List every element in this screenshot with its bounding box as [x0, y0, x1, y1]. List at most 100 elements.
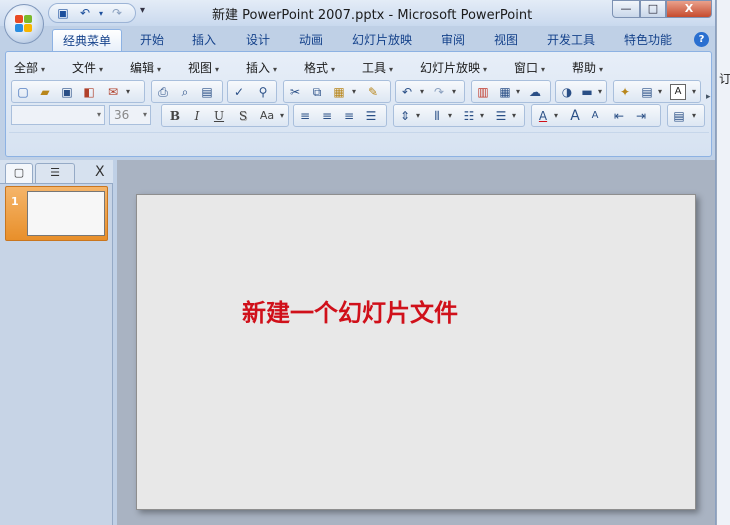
chevron-down-icon[interactable]: ▾	[656, 83, 664, 101]
menu-edit[interactable]: 编辑 ▾	[130, 59, 161, 76]
tab-animation[interactable]: 动画	[289, 29, 333, 51]
numbering-icon[interactable]: ☷	[460, 107, 478, 125]
slide-layout-icon[interactable]: ▤	[638, 83, 656, 101]
close-button[interactable]: X	[666, 0, 712, 18]
chevron-down-icon[interactable]: ▾	[414, 107, 422, 125]
new-slide-icon[interactable]: ✦	[616, 83, 634, 101]
chevron-down-icon[interactable]: ▾	[278, 107, 286, 125]
chevron-down-icon[interactable]: ▾	[446, 107, 454, 125]
redo-icon[interactable]: ↷	[109, 6, 125, 21]
email-icon[interactable]: ✉	[104, 83, 122, 101]
menu-help[interactable]: 帮助 ▾	[572, 59, 603, 76]
chevron-down-icon[interactable]: ▾	[478, 107, 486, 125]
table-icon[interactable]: ▦	[496, 83, 514, 101]
close-icon[interactable]: X	[95, 164, 105, 180]
ribbon-scroll-right-icon[interactable]: ▸	[706, 92, 711, 102]
save-icon[interactable]: ▣	[58, 83, 76, 101]
bold-button[interactable]: B	[166, 107, 184, 125]
grow-font-icon[interactable]: A	[566, 107, 584, 125]
chevron-down-icon[interactable]: ▾	[514, 83, 522, 101]
menu-all[interactable]: 全部 ▾	[14, 59, 45, 76]
redo-icon[interactable]: ↷	[430, 83, 448, 101]
help-icon[interactable]: ?	[694, 32, 709, 47]
tab-developer[interactable]: 开发工具	[540, 29, 602, 51]
shadow-button[interactable]: S	[234, 107, 252, 125]
font-name-combo[interactable]: ▾	[11, 105, 105, 125]
font-color-icon[interactable]: A	[534, 107, 552, 125]
text-direction-icon[interactable]: ⦀	[428, 107, 446, 125]
permission-icon[interactable]: ◧	[80, 83, 98, 101]
change-case-button[interactable]: Aa	[256, 107, 278, 125]
office-button[interactable]	[4, 4, 44, 44]
tab-features[interactable]: 特色功能	[616, 29, 680, 51]
chevron-down-icon[interactable]: ▾	[596, 83, 604, 101]
underline-button[interactable]: U	[210, 107, 228, 125]
tab-slides[interactable]: ▢	[5, 163, 33, 183]
line-color-icon[interactable]: ▬	[578, 83, 596, 101]
menu-view[interactable]: 视图 ▾	[188, 59, 219, 76]
chevron-down-icon[interactable]: ▾	[418, 83, 426, 101]
print-icon[interactable]: ⎙	[154, 83, 172, 101]
spelling-icon[interactable]: ✓	[230, 83, 248, 101]
chevron-down-icon[interactable]: ▾	[350, 83, 358, 101]
chevron-down-icon[interactable]: ▾	[124, 83, 132, 101]
tab-home[interactable]: 开始	[130, 29, 174, 51]
paste-icon[interactable]: ▦	[330, 83, 348, 101]
font-size-combo[interactable]: 36 ▾	[109, 105, 151, 125]
research-icon[interactable]: ▤	[198, 83, 216, 101]
increase-indent-icon[interactable]: ⇥	[632, 107, 650, 125]
minimize-button[interactable]: —	[612, 0, 640, 18]
tab-classic-menu[interactable]: 经典菜单	[52, 29, 122, 51]
thesaurus-icon[interactable]: ⚲	[254, 83, 272, 101]
open-folder-icon[interactable]: ▰	[36, 83, 54, 101]
color-grayscale-icon[interactable]: ◑	[558, 83, 576, 101]
chevron-down-icon[interactable]: ▾	[690, 83, 698, 101]
text-box-icon[interactable]: A	[670, 84, 686, 100]
menu-file[interactable]: 文件 ▾	[72, 59, 103, 76]
slide-text[interactable]: 新建一个幻灯片文件	[242, 293, 458, 328]
italic-button[interactable]: I	[188, 107, 206, 125]
menu-format[interactable]: 格式 ▾	[304, 59, 335, 76]
tab-slideshow[interactable]: 幻灯片放映	[346, 29, 418, 51]
format-painter-icon[interactable]: ✎	[364, 83, 382, 101]
undo-dropdown-icon[interactable]: ▾	[93, 6, 109, 21]
menu-tools[interactable]: 工具 ▾	[362, 59, 393, 76]
tab-review[interactable]: 审阅	[431, 29, 475, 51]
align-right-icon[interactable]: ≡	[340, 107, 358, 125]
slide-thumbnail[interactable]	[27, 191, 105, 236]
undo-icon[interactable]: ↶	[398, 83, 416, 101]
menu-window[interactable]: 窗口 ▾	[514, 59, 545, 76]
print-preview-icon[interactable]: ⌕	[176, 83, 194, 101]
new-document-icon[interactable]: ▢	[14, 83, 32, 101]
undo-icon[interactable]: ↶	[77, 6, 93, 21]
chart-icon[interactable]: ▥	[474, 83, 492, 101]
line-spacing-icon[interactable]: ⇕	[396, 107, 414, 125]
clipart-icon[interactable]: ☁	[526, 83, 544, 101]
bullets-icon[interactable]: ☰	[492, 107, 510, 125]
shrink-font-icon[interactable]: A	[586, 107, 604, 125]
tab-outline[interactable]: ☰	[35, 163, 75, 183]
tab-insert[interactable]: 插入	[182, 29, 226, 51]
chevron-down-icon[interactable]: ▾	[450, 83, 458, 101]
slide-thumbnail-selected[interactable]: 1	[5, 186, 108, 241]
justify-icon[interactable]: ☰	[362, 107, 380, 125]
tab-design[interactable]: 设计	[236, 29, 280, 51]
tab-view[interactable]: 视图	[484, 29, 528, 51]
chevron-down-icon[interactable]: ▾	[552, 107, 560, 125]
design-icon[interactable]: ▤	[670, 107, 688, 125]
align-center-icon[interactable]: ≡	[318, 107, 336, 125]
cut-icon[interactable]: ✂	[286, 83, 304, 101]
save-icon[interactable]: ▣	[55, 6, 71, 21]
menu-slideshow[interactable]: 幻灯片放映 ▾	[420, 59, 487, 76]
menu-insert[interactable]: 插入 ▾	[246, 59, 277, 76]
chevron-down-icon[interactable]: ▾	[690, 107, 698, 125]
chevron-down-icon[interactable]: ▾	[510, 107, 518, 125]
maximize-button[interactable]: □	[640, 0, 666, 18]
slide-canvas[interactable]: 新建一个幻灯片文件	[136, 194, 696, 510]
align-left-icon[interactable]: ≡	[296, 107, 314, 125]
window-controls: — □ X	[612, 0, 714, 20]
copy-icon[interactable]: ⧉	[308, 83, 326, 101]
decrease-indent-icon[interactable]: ⇤	[610, 107, 628, 125]
customize-qat-icon[interactable]: ▾	[140, 5, 145, 16]
chevron-down-icon: ▾	[215, 65, 220, 74]
